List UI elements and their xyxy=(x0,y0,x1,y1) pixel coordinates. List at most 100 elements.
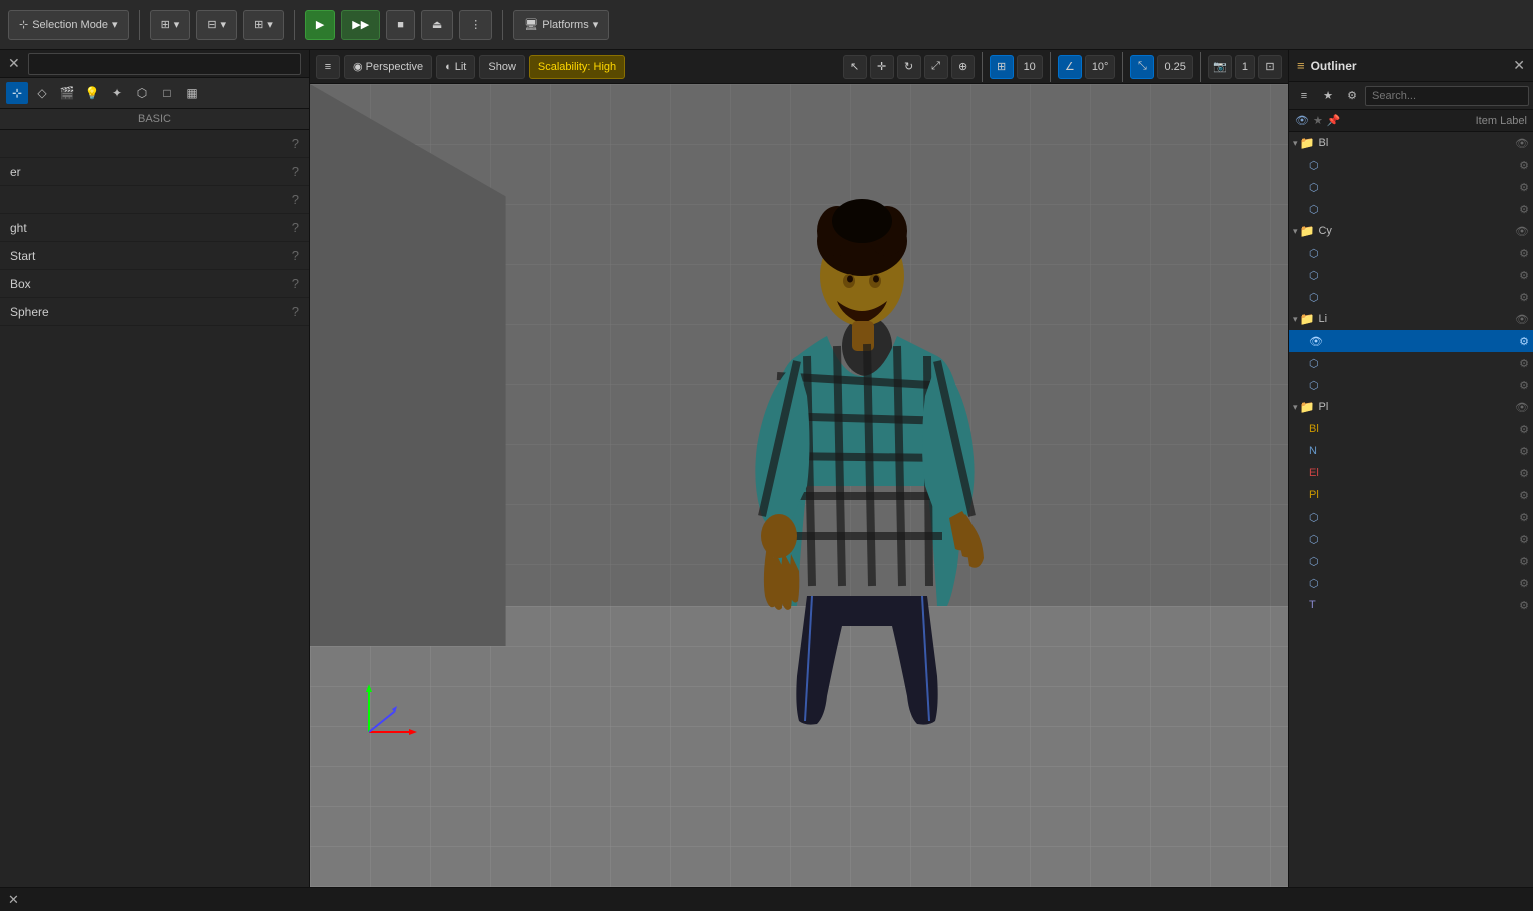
geometry-icon-btn[interactable]: ⬡ xyxy=(131,82,153,104)
outliner-item-pl-7[interactable]: ⬡ ⚙ xyxy=(1289,550,1533,572)
eject-icon: ⏏ xyxy=(432,18,442,31)
maximize-button[interactable]: ⊡ xyxy=(1258,55,1282,79)
play-button[interactable]: ▶ xyxy=(305,10,335,40)
folder-li-eye: 👁 xyxy=(1515,313,1529,326)
transform-tool-button[interactable]: ⊕ xyxy=(951,55,975,79)
play-icon: ▶ xyxy=(316,18,324,31)
folder-bl[interactable]: ▾ 📁 Bl 👁 xyxy=(1289,132,1533,154)
outliner-item-pl-8[interactable]: ⬡ ⚙ xyxy=(1289,572,1533,594)
outliner-item-li-selected[interactable]: 👁 ⚙ xyxy=(1289,330,1533,352)
folder-cy[interactable]: ▾ 📁 Cy 👁 xyxy=(1289,220,1533,242)
item-li-selected-icon: 👁 xyxy=(1309,335,1323,348)
outliner-search-input[interactable] xyxy=(1365,86,1529,106)
eject-button[interactable]: ⏏ xyxy=(421,10,453,40)
help-icon-3[interactable]: ? xyxy=(292,192,299,207)
outliner-item-li-3[interactable]: ⬡ ⚙ xyxy=(1289,374,1533,396)
item-pl-3-film-icon: El xyxy=(1309,467,1319,479)
outliner-item-pl-1[interactable]: Bl ⚙ xyxy=(1289,418,1533,440)
help-icon-5[interactable]: ? xyxy=(292,248,299,263)
outliner-title: Outliner xyxy=(1311,59,1508,73)
outliner-close-button[interactable]: ✕ xyxy=(1513,57,1525,74)
show-button[interactable]: Show xyxy=(479,55,525,79)
help-icon-6[interactable]: ? xyxy=(292,276,299,291)
dropdown-arrow-icon: ▾ xyxy=(112,18,118,31)
vp-separator-1 xyxy=(982,52,983,82)
help-icon-2[interactable]: ? xyxy=(292,164,299,179)
play-advance-button[interactable]: ▶▶ xyxy=(341,10,380,40)
stop-button[interactable]: ■ xyxy=(386,10,415,40)
place-item-2[interactable]: er ? xyxy=(0,158,309,186)
outliner-item-li-2[interactable]: ⬡ ⚙ xyxy=(1289,352,1533,374)
outliner-item-cy-3[interactable]: ⬡ ⚙ xyxy=(1289,286,1533,308)
outliner-item-pl-5[interactable]: ⬡ ⚙ xyxy=(1289,506,1533,528)
vp-separator-3 xyxy=(1122,52,1123,82)
outliner-star-button[interactable]: ★ xyxy=(1317,85,1339,107)
cinematic-icon-btn[interactable]: 🎬 xyxy=(56,82,78,104)
outliner-item-cy-1[interactable]: ⬡ ⚙ xyxy=(1289,242,1533,264)
item-pl-8-gear: ⚙ xyxy=(1519,577,1529,590)
outliner-item-bl-1[interactable]: ⬡ ⚙ xyxy=(1289,154,1533,176)
place-item-3[interactable]: ? xyxy=(0,186,309,214)
help-icon-1[interactable]: ? xyxy=(292,136,299,151)
outliner-item-pl-9[interactable]: T ⚙ xyxy=(1289,594,1533,616)
perspective-button[interactable]: ◉ Perspective xyxy=(344,55,432,79)
more-options-button[interactable]: ⋮ xyxy=(459,10,492,40)
volume-icon-btn[interactable]: □ xyxy=(156,82,178,104)
add-grid-button[interactable]: ⊟ ▾ xyxy=(196,10,237,40)
outliner-item-pl-6[interactable]: ⬡ ⚙ xyxy=(1289,528,1533,550)
grid-value-display[interactable]: 10 xyxy=(1017,55,1043,79)
help-icon-7[interactable]: ? xyxy=(292,304,299,319)
outliner-item-pl-3[interactable]: El ⚙ xyxy=(1289,462,1533,484)
scale-snap-button[interactable]: ⤡ xyxy=(1130,55,1154,79)
left-panel-search[interactable] xyxy=(28,53,301,75)
all-classes-icon-btn[interactable]: ▦ xyxy=(181,82,203,104)
platforms-button[interactable]: 🖥 Platforms ▾ xyxy=(513,10,609,40)
item-pl-7-gear: ⚙ xyxy=(1519,555,1529,568)
top-toolbar: ⊹ Selection Mode ▾ ⊞ ▾ ⊟ ▾ ⊞ ▾ ▶ ▶▶ ■ ⏏ … xyxy=(0,0,1533,50)
place-item-1[interactable]: ? xyxy=(0,130,309,158)
scale-tool-button[interactable]: ⤢ xyxy=(924,55,948,79)
outliner-item-bl-3[interactable]: ⬡ ⚙ xyxy=(1289,198,1533,220)
folder-li[interactable]: ▾ 📁 Li 👁 xyxy=(1289,308,1533,330)
folder-cy-arrow: ▾ xyxy=(1293,226,1298,237)
place-actors-icon-btn[interactable]: ⊹ xyxy=(6,82,28,104)
lit-label: Lit xyxy=(455,61,467,73)
visual-effects-icon-btn[interactable]: ✦ xyxy=(106,82,128,104)
move-tool-button[interactable]: ✛ xyxy=(870,55,894,79)
folder-pl[interactable]: ▾ 📁 Pl 👁 xyxy=(1289,396,1533,418)
outliner-item-bl-2[interactable]: ⬡ ⚙ xyxy=(1289,176,1533,198)
shape-icon-btn[interactable]: ◇ xyxy=(31,82,53,104)
outliner-item-pl-4[interactable]: Pl ⚙ xyxy=(1289,484,1533,506)
camera-value-display[interactable]: 1 xyxy=(1235,55,1255,79)
selection-mode-button[interactable]: ⊹ Selection Mode ▾ xyxy=(8,10,129,40)
lit-button[interactable]: ◐ Lit xyxy=(436,55,475,79)
folder-bl-name: Bl xyxy=(1318,137,1515,149)
outliner-item-pl-2[interactable]: N ⚙ xyxy=(1289,440,1533,462)
rotate-tool-button[interactable]: ↻ xyxy=(897,55,921,79)
angle-value-display[interactable]: 10° xyxy=(1085,55,1116,79)
place-item-5[interactable]: Start ? xyxy=(0,242,309,270)
place-item-4[interactable]: ght ? xyxy=(0,214,309,242)
viewport-canvas[interactable] xyxy=(310,84,1288,887)
folder-cy-name: Cy xyxy=(1318,225,1515,237)
outliner-filter-button[interactable]: ≡ xyxy=(1293,85,1315,107)
scale-value-display[interactable]: 0.25 xyxy=(1157,55,1192,79)
place-item-7[interactable]: Sphere ? xyxy=(0,298,309,326)
lights-icon-btn[interactable]: 💡 xyxy=(81,82,103,104)
angle-snap-button[interactable]: ∠ xyxy=(1058,55,1082,79)
grid-add-icon: ⊟ xyxy=(207,18,216,31)
add-content-button[interactable]: ⊞ ▾ xyxy=(150,10,191,40)
grid-snap-button[interactable]: ⊞ xyxy=(990,55,1014,79)
bottom-close-button[interactable]: ✕ xyxy=(8,892,19,908)
place-item-5-label: Start xyxy=(10,249,35,263)
outliner-item-cy-2[interactable]: ⬡ ⚙ xyxy=(1289,264,1533,286)
select-tool-button[interactable]: ↖ xyxy=(843,55,867,79)
camera-button[interactable]: 📷 xyxy=(1208,55,1232,79)
hamburger-menu-button[interactable]: ≡ xyxy=(316,55,340,79)
outliner-settings-button[interactable]: ⚙ xyxy=(1341,85,1363,107)
folder-pl-arrow: ▾ xyxy=(1293,402,1298,413)
blueprint-button[interactable]: ⊞ ▾ xyxy=(243,10,284,40)
left-panel-close[interactable]: ✕ xyxy=(8,55,20,72)
help-icon-4[interactable]: ? xyxy=(292,220,299,235)
place-item-6[interactable]: Box ? xyxy=(0,270,309,298)
